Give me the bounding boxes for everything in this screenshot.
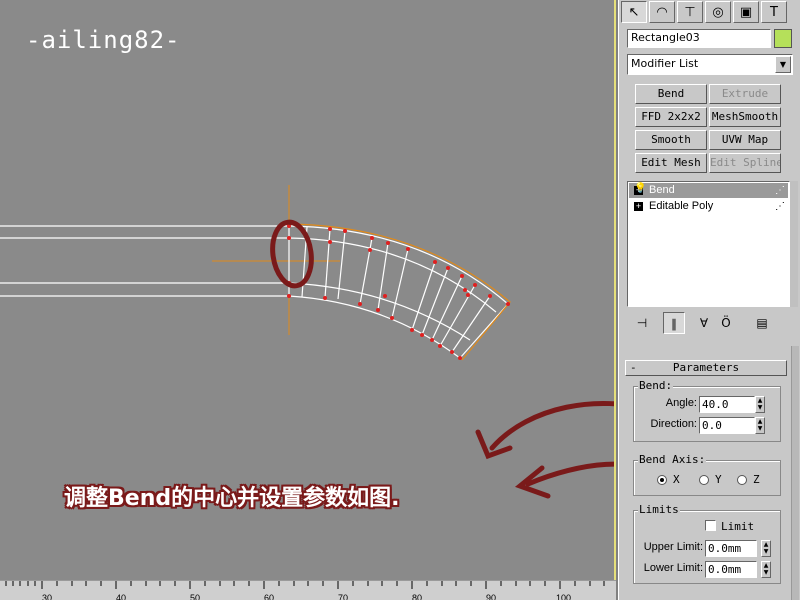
uvw-map-modifier-button[interactable]: UVW Map [709,130,781,150]
ruler-label: 90 [486,593,497,600]
perspective-viewport[interactable]: -ailing82- 调整Bend的中心并设置参数如图. [0,0,616,580]
timeline-ruler[interactable]: 30 40 50 60 70 80 90 100 [0,580,616,600]
configure-modifier-sets-icon[interactable]: ▤ [751,312,773,334]
angle-label: Angle: [665,397,697,409]
stack-scrollbar[interactable] [790,181,798,307]
axis-x-radio[interactable] [657,475,667,485]
ruler-label: 70 [338,593,349,600]
watermark-text: -ailing82- [26,26,181,54]
modify-arc-icon[interactable]: ◠ [649,1,675,23]
limits-group-label: Limits [638,503,680,516]
rollout-title: Parameters [672,361,740,374]
angle-spinner[interactable]: ▲ ▼ [755,396,765,413]
show-end-result-icon[interactable]: ∥ [663,312,685,334]
create-cursor-icon[interactable]: ↖ [621,1,647,23]
ffd-modifier-button[interactable]: FFD 2x2x2 [635,107,707,127]
ruler-label: 60 [264,593,275,600]
light-bulb-icon[interactable]: 💡 [634,183,646,194]
stack-item-label: Editable Poly [649,200,714,212]
hierarchy-icon[interactable]: ⊤ [677,1,703,23]
extrude-modifier-button[interactable]: Extrude [709,84,781,104]
collapse-minus-icon: - [630,361,637,374]
pin-stack-icon[interactable]: ⊣ [631,312,653,334]
upper-limit-spinner[interactable]: ▲ ▼ [761,540,771,557]
modifier-list-dropdown[interactable]: Modifier List ▼ [627,54,793,75]
instruction-caption: 调整Bend的中心并设置参数如图. [64,486,400,511]
lower-limit-input[interactable]: 0.0mm [705,561,757,578]
upper-limit-label: Upper Limit: [643,541,703,553]
axis-y-radio[interactable] [699,475,709,485]
angle-input[interactable]: 40.0 [699,396,755,413]
chevron-down-icon[interactable]: ▼ [775,56,791,73]
ruler-label: 30 [42,593,53,600]
object-color-swatch[interactable] [774,29,792,48]
bend-modifier-button[interactable]: Bend [635,84,707,104]
annotation-ellipse [270,219,314,289]
annotation-arrows [475,400,614,499]
edit-mesh-modifier-button[interactable]: Edit Mesh [635,153,707,173]
axis-y-label: Y [715,473,722,486]
ruler-label: 50 [190,593,201,600]
remove-modifier-icon[interactable]: Ö [715,312,737,334]
axis-z-radio[interactable] [737,475,747,485]
ruler-label: 100 [556,593,572,600]
direction-label: Direction: [650,418,697,430]
make-unique-icon[interactable]: ∀ [693,312,715,334]
meshsmooth-modifier-button[interactable]: MeshSmooth [709,107,781,127]
lower-limit-spinner[interactable]: ▲ ▼ [761,561,771,578]
stack-toolbar: ⊣ ∥ ∀ Ö ▤ [627,312,795,334]
ruler-label: 80 [412,593,423,600]
expand-plus-icon[interactable]: + [634,202,643,211]
object-name-field[interactable]: Rectangle03 [627,29,771,48]
instance-dots-icon: ⋰ [775,185,785,196]
direction-spinner[interactable]: ▲ ▼ [755,417,765,434]
stack-item-editable-poly[interactable]: + Editable Poly ⋰ [629,199,788,214]
motion-icon[interactable]: ◎ [705,1,731,23]
axis-x-label: X [673,473,680,486]
bent-mesh [288,225,509,359]
utilities-hammer-icon[interactable]: T [761,1,787,23]
panel-scrollbar[interactable] [791,346,799,600]
edit-spline-modifier-button[interactable]: Edit Spline [709,153,781,173]
upper-limit-input[interactable]: 0.0mm [705,540,757,557]
direction-input[interactable]: 0.0 [699,417,755,434]
ruler-ticks [5,581,605,589]
limit-label: Limit [721,520,755,533]
instance-dots-icon: ⋰ [775,201,785,212]
command-panel: ↖ ◠ ⊤ ◎ ▣ T Rectangle03 Modifier List ▼ … [618,0,800,600]
modifier-list-label: Modifier List [631,57,699,70]
stack-item-label: Bend [649,184,675,196]
command-panel-tabs: ↖ ◠ ⊤ ◎ ▣ T [619,0,800,24]
limit-checkbox[interactable] [705,520,716,531]
stack-item-bend[interactable]: + Bend ⋰ [629,183,788,198]
axis-z-label: Z [753,473,760,486]
smooth-modifier-button[interactable]: Smooth [635,130,707,150]
parameters-rollout-header[interactable]: - Parameters [625,360,787,376]
display-icon[interactable]: ▣ [733,1,759,23]
ruler-label: 40 [116,593,127,600]
bend-axis-group-label: Bend Axis: [638,453,707,466]
modifier-stack[interactable]: + Bend ⋰ + Editable Poly ⋰ 💡 [627,181,790,307]
lower-limit-label: Lower Limit: [643,562,703,574]
bend-group-label: Bend: [638,379,674,392]
